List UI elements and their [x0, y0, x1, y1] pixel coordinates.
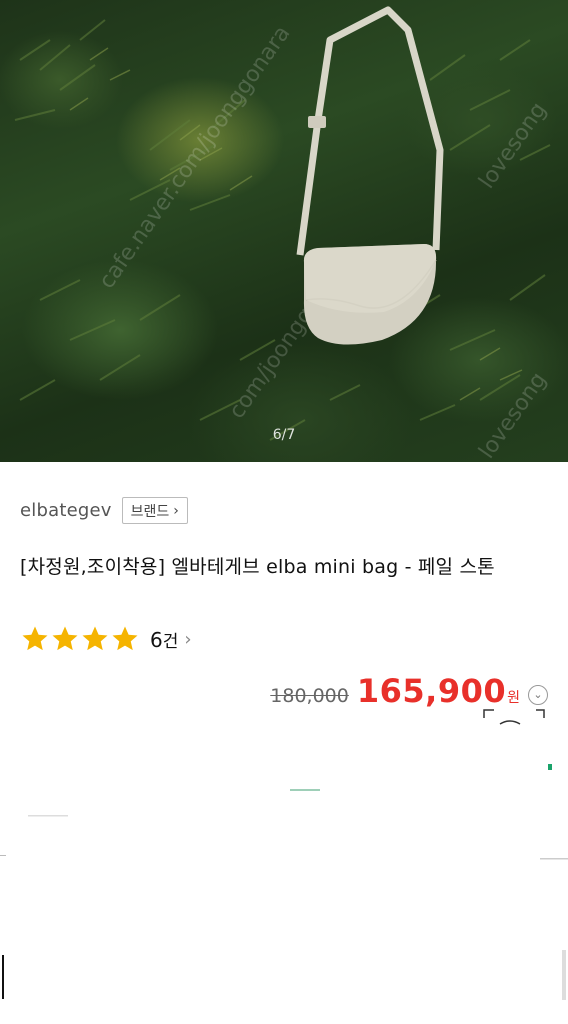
review-count: 6건: [150, 627, 178, 652]
star-icon: [52, 626, 78, 651]
rating-row[interactable]: 6건 ›: [20, 624, 192, 654]
brand-button[interactable]: 브랜드 ›: [121, 497, 188, 524]
render-artifacts: [0, 709, 568, 1000]
chevron-right-icon: ›: [184, 628, 192, 650]
brand-button-label: 브랜드: [130, 503, 170, 520]
image-counter: 6/7: [272, 427, 296, 443]
star-icon: [22, 626, 48, 651]
seller-name[interactable]: elbategev: [20, 500, 112, 521]
product-title: [차정원,조이착용] 엘바테게브 elba mini bag - 페일 스톤: [20, 556, 495, 578]
review-count-unit: 건: [162, 631, 179, 652]
product-image-gallery[interactable]: cafe.naver.com/joonggonara com/joonggona…: [0, 0, 568, 462]
star-icon: [82, 626, 108, 651]
seller-row: elbategev 브랜드 ›: [20, 497, 188, 524]
star-icon: [112, 626, 138, 651]
bag-illustration: [296, 6, 444, 345]
chevron-right-icon: ›: [173, 502, 179, 519]
review-count-number: 6: [150, 627, 163, 652]
